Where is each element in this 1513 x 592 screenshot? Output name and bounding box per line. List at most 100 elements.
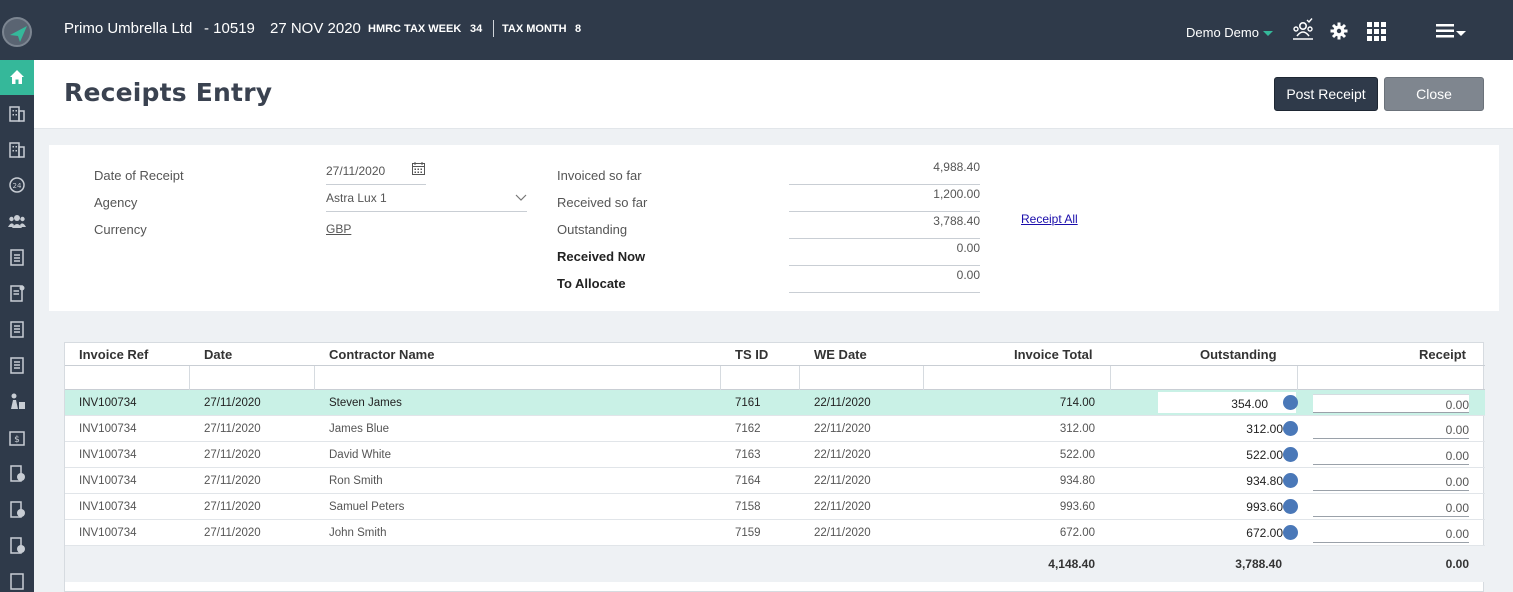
menu-icon[interactable] <box>1436 24 1454 38</box>
column-header[interactable]: Invoice Total <box>1014 347 1093 362</box>
document-icon[interactable] <box>8 356 26 374</box>
column-header[interactable]: WE Date <box>814 347 867 362</box>
received-so-far-value: 1,200.00 <box>789 185 980 212</box>
document-icon[interactable] <box>8 284 26 302</box>
ts-id-cell: 7164 <box>735 475 761 487</box>
checklist-icon[interactable] <box>8 248 26 266</box>
invoice-ref-cell: INV100734 <box>79 527 137 539</box>
divider <box>326 211 527 212</box>
received-now-input[interactable]: 0.00 <box>789 239 980 266</box>
user-menu[interactable]: Demo Demo <box>1186 25 1259 40</box>
team-icon[interactable] <box>1291 18 1315 42</box>
building-icon[interactable] <box>8 140 26 158</box>
table-row[interactable]: INV100734 27/11/2020 Ron Smith 7164 22/1… <box>65 468 1485 494</box>
info-icon[interactable] <box>1283 525 1298 540</box>
chevron-down-icon[interactable] <box>1456 31 1466 36</box>
building-icon[interactable] <box>8 104 26 122</box>
receipt-input[interactable]: 0.00 <box>1313 472 1469 491</box>
invoiced-so-far-value: 4,988.40 <box>789 158 980 185</box>
post-receipt-button[interactable]: Post Receipt <box>1274 77 1378 111</box>
invoice-total-sum: 4,148.40 <box>1048 557 1095 571</box>
invoice-ref-cell: INV100734 <box>79 449 137 461</box>
receipt-all-link[interactable]: Receipt All <box>1021 212 1078 226</box>
info-icon[interactable] <box>1283 499 1298 514</box>
date-of-receipt-field[interactable]: 27/11/2020 <box>326 164 385 178</box>
invoice-total-cell: 522.00 <box>1059 449 1095 461</box>
page-title: Receipts Entry <box>64 78 273 107</box>
svg-text:$: $ <box>14 435 20 445</box>
invoice-total-cell: 312.00 <box>1059 423 1095 435</box>
invoice-ref-cell: INV100734 <box>79 501 137 513</box>
table-row[interactable]: INV100734 27/11/2020 John Smith 7159 22/… <box>65 520 1485 546</box>
document-icon[interactable] <box>8 572 26 590</box>
invoice-total-cell: 714.00 <box>1059 397 1095 409</box>
outstanding-cell: 934.80 <box>1246 474 1283 488</box>
receipt-input[interactable]: 0.00 <box>1313 446 1469 465</box>
chevron-down-icon[interactable] <box>515 194 527 202</box>
table-row[interactable]: INV100734 27/11/2020 Samuel Peters 7158 … <box>65 494 1485 520</box>
receipt-input[interactable]: 0.00 <box>1313 394 1469 413</box>
grid-icon[interactable] <box>1367 22 1387 42</box>
info-icon[interactable] <box>1283 473 1298 488</box>
table-row[interactable]: INV100734 27/11/2020 David White 7163 22… <box>65 442 1485 468</box>
tax-week-label: HMRC TAX WEEK <box>368 23 462 35</box>
chevron-down-icon[interactable] <box>1263 31 1273 36</box>
sidebar: 24 $ <box>0 0 34 592</box>
coins-icon[interactable]: $ <box>8 428 26 446</box>
currency-label: Currency <box>94 222 147 237</box>
filter-row[interactable] <box>65 365 1485 390</box>
column-header[interactable]: Invoice Ref <box>79 347 148 362</box>
contractor-cell: Steven James <box>329 397 402 409</box>
document-icon[interactable] <box>8 464 26 482</box>
divider <box>314 366 315 390</box>
column-header[interactable]: Outstanding <box>1200 347 1277 362</box>
we-date-cell: 22/11/2020 <box>814 449 871 461</box>
date-cell: 27/11/2020 <box>204 527 261 539</box>
received-so-far-label: Received so far <box>557 195 648 210</box>
document-icon[interactable] <box>8 320 26 338</box>
invoice-total-cell: 672.00 <box>1059 527 1095 539</box>
support-icon[interactable]: 24 <box>8 176 26 194</box>
contractor-cell: Samuel Peters <box>329 501 405 513</box>
home-icon[interactable] <box>0 60 34 95</box>
receipt-input[interactable]: 0.00 <box>1313 524 1469 543</box>
outstanding-cell: 522.00 <box>1246 448 1283 462</box>
table-row[interactable]: INV100734 27/11/2020 James Blue 7162 22/… <box>65 416 1485 442</box>
invoiced-so-far-label: Invoiced so far <box>557 168 642 183</box>
column-header[interactable]: Receipt <box>1419 347 1466 362</box>
agency-select[interactable]: Astra Lux 1 <box>326 191 387 205</box>
receipt-input[interactable]: 0.00 <box>1313 498 1469 517</box>
document-icon[interactable] <box>8 536 26 554</box>
info-icon[interactable] <box>1283 421 1298 436</box>
title-bar: Receipts Entry Post Receipt Close <box>34 60 1513 129</box>
receipt-input[interactable]: 0.00 <box>1313 420 1469 439</box>
table-row[interactable]: INV100734 27/11/2020 Steven James 7161 2… <box>65 390 1485 416</box>
receipt-form: Date of Receipt 27/11/2020 Agency Astra … <box>49 145 1499 311</box>
gear-icon[interactable] <box>1330 22 1348 40</box>
outstanding-cell: 993.60 <box>1246 500 1283 514</box>
invoice-ref-cell: INV100734 <box>79 397 137 409</box>
info-icon[interactable] <box>1283 447 1298 462</box>
divider <box>493 20 494 37</box>
currency-link[interactable]: GBP <box>326 222 351 236</box>
users-icon[interactable] <box>8 212 26 230</box>
current-date: 27 NOV 2020 <box>270 20 361 37</box>
document-icon[interactable] <box>8 500 26 518</box>
company-name: Primo Umbrella Ltd <box>64 20 193 37</box>
close-button[interactable]: Close <box>1384 77 1484 111</box>
divider <box>799 366 800 390</box>
logo-icon[interactable] <box>2 17 32 47</box>
we-date-cell: 22/11/2020 <box>814 527 871 539</box>
ts-id-cell: 7163 <box>735 449 761 461</box>
info-icon[interactable] <box>1283 395 1298 410</box>
column-header[interactable]: TS ID <box>735 347 768 362</box>
column-header[interactable]: Contractor Name <box>329 347 434 362</box>
outstanding-label: Outstanding <box>557 222 628 237</box>
column-header[interactable]: Date <box>204 347 232 362</box>
invoice-total-cell: 934.80 <box>1059 475 1095 487</box>
team-icon[interactable] <box>8 392 26 410</box>
calendar-icon[interactable] <box>412 162 425 175</box>
divider <box>1110 366 1111 390</box>
divider <box>326 184 426 185</box>
invoice-ref-cell: INV100734 <box>79 423 137 435</box>
